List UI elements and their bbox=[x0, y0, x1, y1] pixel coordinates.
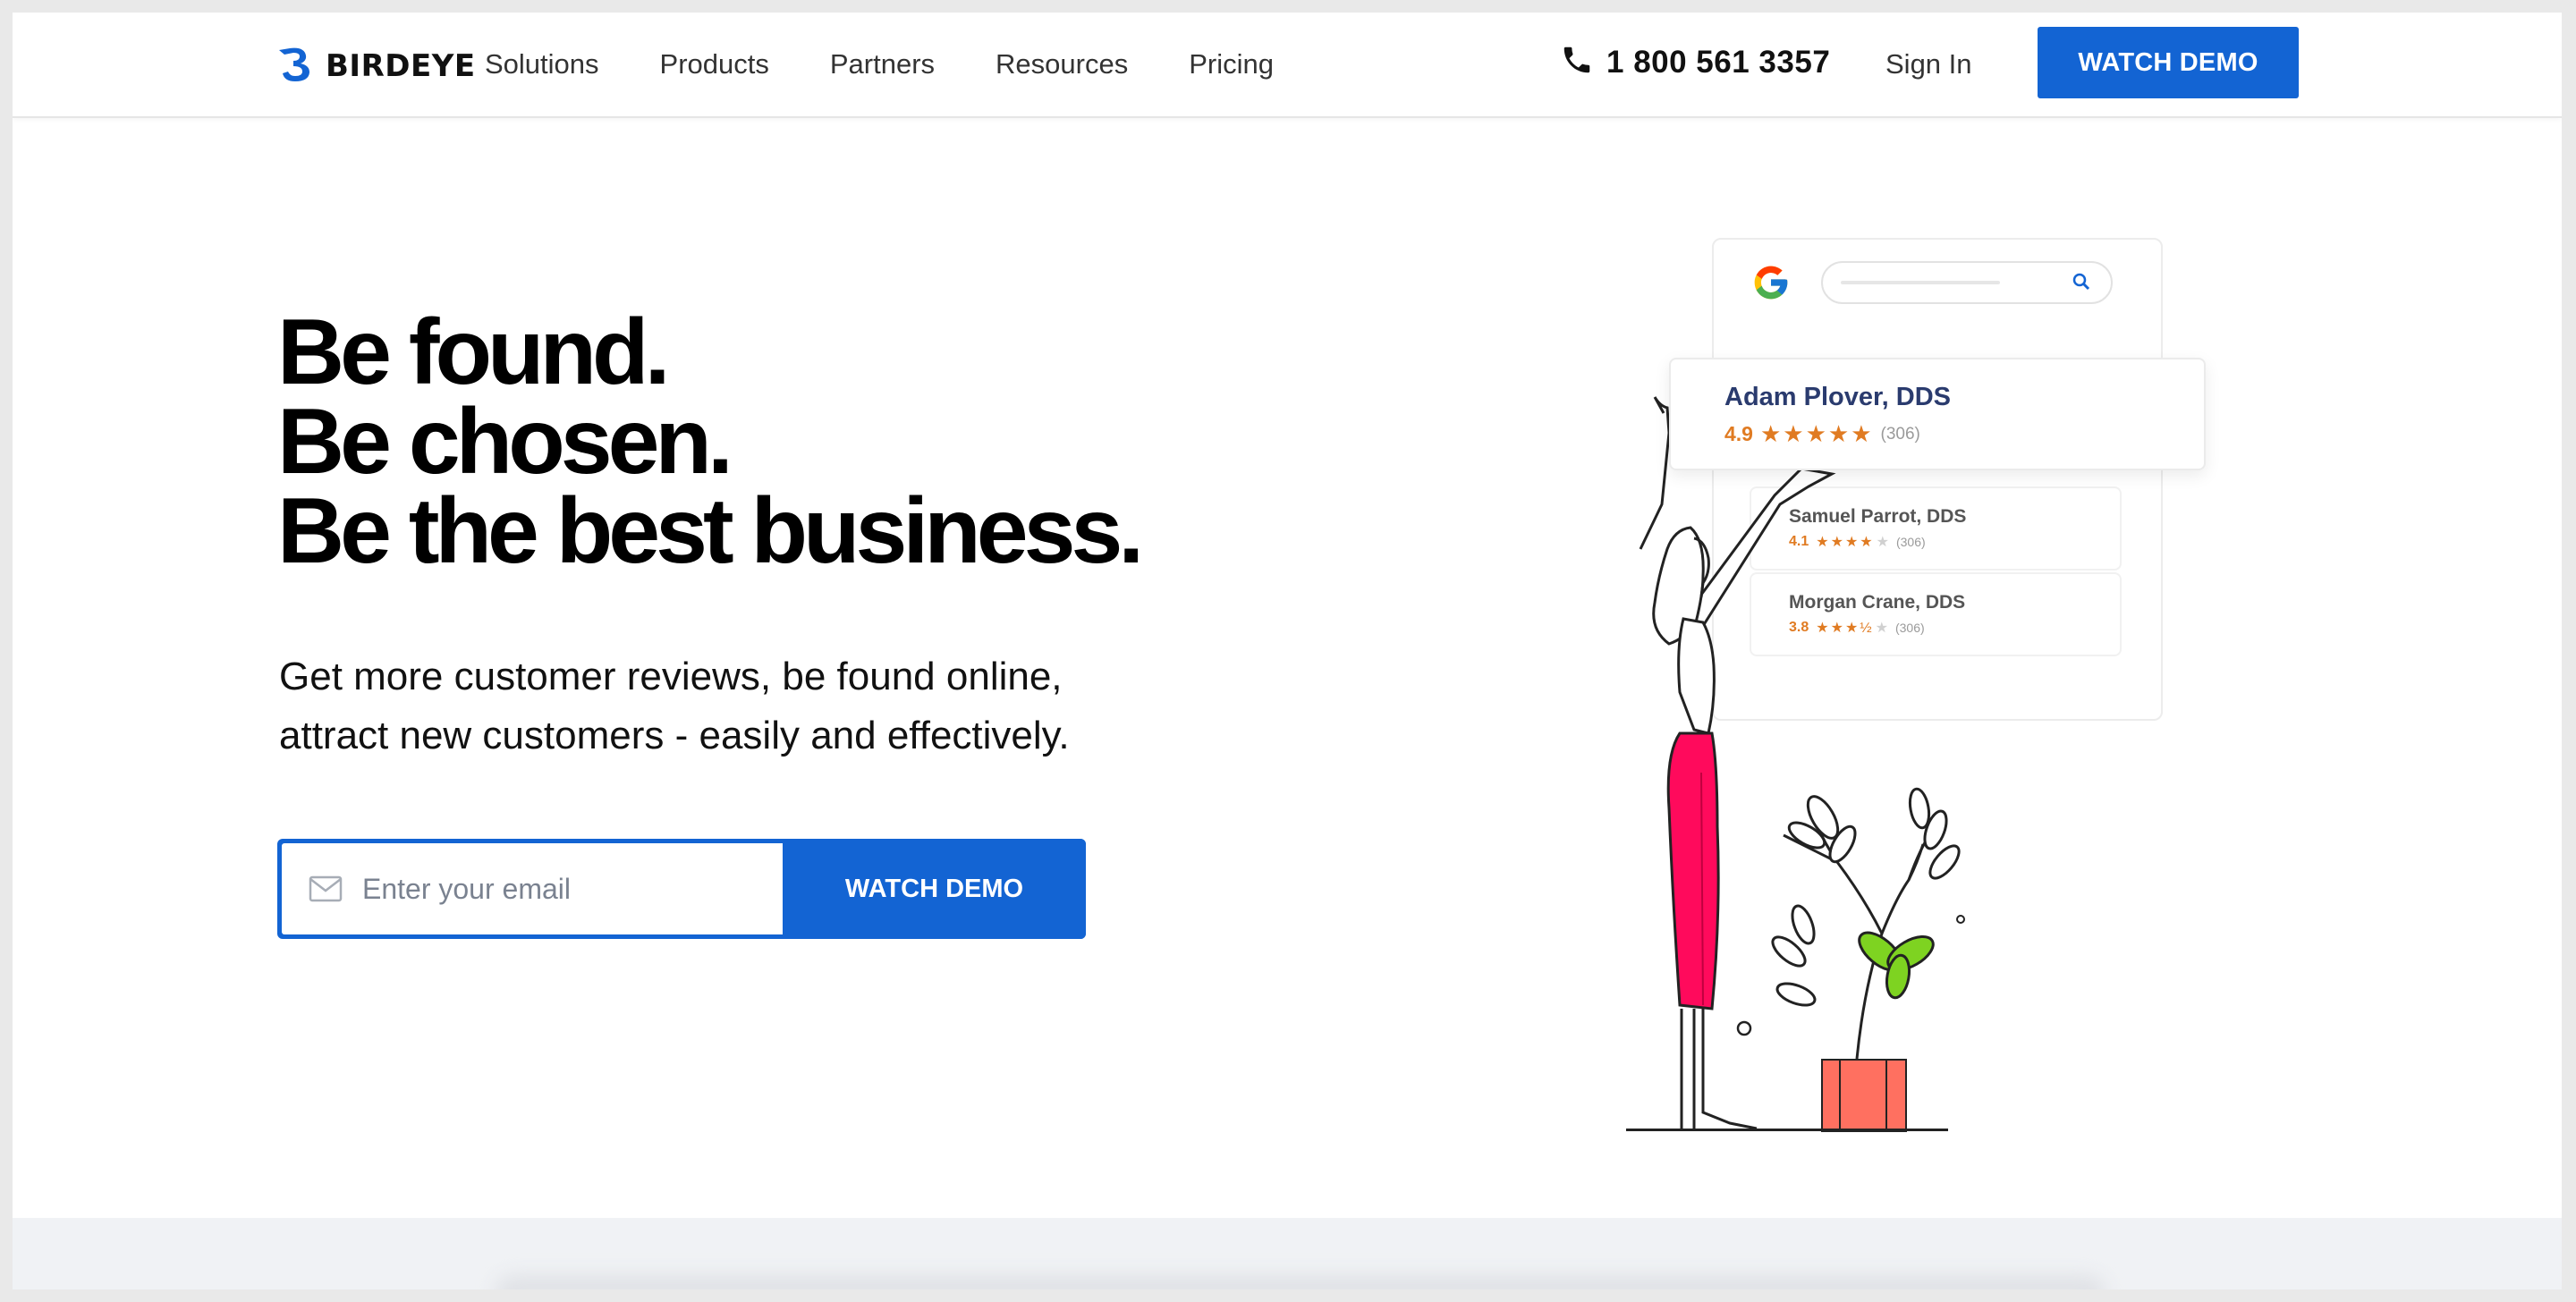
plant-pot bbox=[1821, 1059, 1907, 1132]
main-nav: Solutions Products Partners Resources Pr… bbox=[485, 48, 1335, 80]
headline-line-2: Be chosen. bbox=[277, 390, 733, 494]
nav-products[interactable]: Products bbox=[660, 48, 769, 80]
mail-icon bbox=[309, 875, 343, 902]
card-shadow bbox=[496, 1275, 2106, 1289]
ground-line bbox=[1626, 1129, 1948, 1131]
hero-illustration: Samuel Parrot, DDS 4.1 ★★★★ ★ (306) Morga… bbox=[1569, 218, 2249, 1148]
nav-partners[interactable]: Partners bbox=[830, 48, 935, 80]
watch-demo-button-hero[interactable]: WATCH DEMO bbox=[783, 839, 1086, 939]
hero-headline: Be found. Be chosen. Be the best busines… bbox=[277, 300, 1144, 583]
plant-illustration bbox=[1736, 787, 1965, 1060]
subheadline-line-1: Get more customer reviews, be found onli… bbox=[279, 655, 1063, 698]
sign-in-link[interactable]: Sign In bbox=[1885, 48, 1972, 80]
subheadline-line-2: attract new customers - easily and effec… bbox=[279, 714, 1070, 757]
headline-line-1: Be found. bbox=[277, 300, 670, 404]
navbar: BIRDEYE Solutions Products Partners Reso… bbox=[13, 13, 2562, 118]
email-signup-form: WATCH DEMO bbox=[277, 839, 1086, 939]
logo-text: BIRDEYE bbox=[326, 48, 476, 84]
logo[interactable]: BIRDEYE bbox=[277, 39, 476, 93]
phone-number: 1 800 561 3357 bbox=[1606, 44, 1831, 80]
page: BIRDEYE Solutions Products Partners Reso… bbox=[13, 13, 2562, 1289]
phone-link[interactable]: 1 800 561 3357 bbox=[1560, 43, 1830, 81]
pot-stripe bbox=[1885, 1061, 1887, 1130]
phone-icon bbox=[1560, 43, 1594, 81]
nav-pricing[interactable]: Pricing bbox=[1189, 48, 1274, 80]
pot-stripe bbox=[1839, 1061, 1841, 1130]
next-section-strip bbox=[13, 1218, 2562, 1289]
hero-subheadline: Get more customer reviews, be found onli… bbox=[279, 647, 1263, 765]
nav-resources[interactable]: Resources bbox=[996, 48, 1128, 80]
nav-solutions[interactable]: Solutions bbox=[485, 48, 599, 80]
birdeye-logo-icon bbox=[277, 46, 317, 87]
headline-line-3: Be the best business. bbox=[277, 479, 1144, 583]
watch-demo-button-nav[interactable]: WATCH DEMO bbox=[2038, 27, 2299, 98]
email-input[interactable] bbox=[360, 861, 775, 917]
email-input-wrapper bbox=[282, 843, 783, 934]
